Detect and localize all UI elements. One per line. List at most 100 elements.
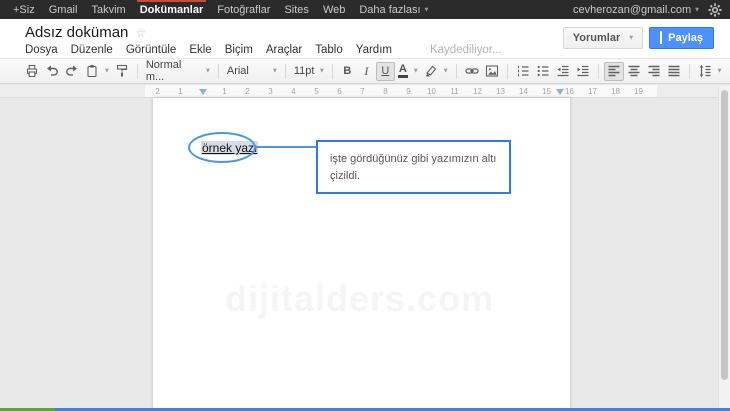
gear-icon[interactable] (708, 3, 722, 17)
paint-format-icon[interactable] (112, 62, 132, 81)
google-bar-nav: +Siz Gmail Takvim Dokümanlar Fotoğraflar… (6, 0, 435, 19)
vertical-scrollbar[interactable] (718, 86, 730, 408)
ruler-number: 3 (259, 87, 282, 96)
ruler-number: 2 (236, 87, 259, 96)
font-size-selector[interactable]: 11pt ▼ (291, 62, 327, 81)
scrollbar-thumb[interactable] (721, 90, 728, 380)
ruler-number: 1 (213, 87, 236, 96)
menu-goruntule[interactable]: Görüntüle (126, 44, 177, 56)
menu-dosya[interactable]: Dosya (25, 44, 58, 56)
menu-bicim[interactable]: Biçim (225, 44, 253, 56)
account-menu[interactable]: cevherozan@gmail.com ▼ (573, 4, 699, 16)
star-icon[interactable]: ☆ (135, 26, 146, 40)
ruler-number: 5 (305, 87, 328, 96)
ruler-number: 12 (466, 87, 489, 96)
font-selector[interactable]: Arial ▼ (224, 62, 280, 81)
document-page[interactable]: örnek yazı işte gördüğünüz gibi yazımızı… (153, 98, 570, 411)
redo-icon[interactable] (62, 62, 82, 81)
right-indent-marker[interactable] (556, 89, 564, 95)
document-area: örnek yazı işte gördüğünüz gibi yazımızı… (0, 98, 730, 411)
toolbar-separator (285, 64, 286, 79)
insert-image-icon[interactable] (482, 62, 502, 81)
header: Adsız doküman ☆ Dosya Düzenle Görüntüle … (0, 19, 730, 58)
ruler-numbers: 12345678910111213141516171819 (213, 87, 650, 96)
paragraph-style-value: Normal m... (146, 59, 202, 83)
comments-button-label: Yorumlar (573, 32, 620, 44)
line-spacing-icon[interactable]: ▼ (695, 62, 725, 81)
ruler-number: 15 (535, 87, 558, 96)
menu-duzenle[interactable]: Düzenle (71, 44, 113, 56)
paragraph-style-selector[interactable]: Normal m... ▼ (143, 62, 213, 81)
share-button[interactable]: Paylaş (649, 27, 714, 49)
comments-button[interactable]: Yorumlar ▼ (563, 27, 643, 49)
topnav-item-web[interactable]: Web (316, 0, 352, 19)
topnav-item-fotograflar[interactable]: Fotoğraflar (210, 0, 277, 19)
toolbar: ▼ Normal m... ▼ Arial ▼ 11pt ▼ B I U A ▼… (0, 58, 730, 84)
chevron-down-icon: ▼ (206, 68, 210, 74)
topnav-item-more[interactable]: Daha fazlası ▼ (352, 0, 435, 19)
font-value: Arial (227, 65, 249, 77)
align-left-icon[interactable] (604, 62, 624, 81)
topnav-item-sites[interactable]: Sites (277, 0, 315, 19)
header-buttons: Yorumlar ▼ Paylaş (563, 27, 714, 49)
title-row: Adsız doküman ☆ (25, 24, 146, 41)
toolbar-separator (456, 64, 457, 79)
text-color-swatch (398, 75, 408, 78)
toolbar-separator (598, 64, 599, 79)
ruler-number: 19 (627, 87, 650, 96)
chevron-down-icon: ▼ (273, 68, 277, 74)
topnav-item-dokumanlar[interactable]: Dokümanlar (133, 0, 211, 19)
menu-yardim[interactable]: Yardım (356, 44, 392, 56)
toolbar-separator (137, 64, 138, 79)
ruler-number: 9 (397, 87, 420, 96)
topnav-item-gmail[interactable]: Gmail (42, 0, 85, 19)
menu-araclar[interactable]: Araçlar (266, 44, 302, 56)
annotation-callout-box: işte gördüğünüz gibi yazımızın altı çizi… (316, 140, 511, 194)
topnav-item-takvim[interactable]: Takvim (84, 0, 132, 19)
topnav-item-siz[interactable]: +Siz (6, 0, 42, 19)
italic-button[interactable]: I (357, 62, 376, 81)
insert-link-icon[interactable] (462, 62, 482, 81)
google-bar: +Siz Gmail Takvim Dokümanlar Fotoğraflar… (0, 0, 730, 19)
text-color-button[interactable]: A ▼ (395, 62, 421, 81)
toolbar-separator (689, 64, 690, 79)
underline-button[interactable]: U (376, 62, 395, 81)
increase-indent-icon[interactable] (573, 62, 593, 81)
font-size-value: 11pt (294, 65, 315, 77)
chevron-down-icon: ▼ (695, 7, 699, 13)
toolbar-separator (507, 64, 508, 79)
toolbar-separator (218, 64, 219, 79)
ruler-number: 10 (420, 87, 443, 96)
decrease-indent-icon[interactable] (553, 62, 573, 81)
chevron-down-icon: ▼ (320, 68, 324, 74)
ruler[interactable]: 21 12345678910111213141516171819 (0, 85, 730, 98)
chevron-down-icon: ▼ (629, 35, 633, 41)
menu-ekle[interactable]: Ekle (189, 44, 211, 56)
account-email: cevherozan@gmail.com (573, 4, 691, 16)
share-button-label: Paylaş (668, 32, 703, 44)
ruler-margin-numbers: 21 (146, 87, 192, 96)
ruler-number: 1 (169, 87, 192, 96)
align-center-icon[interactable] (624, 62, 644, 81)
bulleted-list-icon[interactable] (533, 62, 553, 81)
web-clipboard-icon[interactable]: ▼ (82, 62, 112, 81)
ruler-number: 4 (282, 87, 305, 96)
align-right-icon[interactable] (644, 62, 664, 81)
print-icon[interactable] (22, 62, 42, 81)
ruler-number: 7 (351, 87, 374, 96)
chevron-down-icon: ▼ (105, 68, 109, 74)
menu-tablo[interactable]: Tablo (315, 44, 343, 56)
google-bar-right: cevherozan@gmail.com ▼ (573, 3, 722, 17)
left-indent-marker[interactable] (199, 89, 207, 95)
ruler-number: 11 (443, 87, 466, 96)
highlight-color-button[interactable]: ▼ (421, 62, 451, 81)
document-title[interactable]: Adsız doküman (25, 24, 128, 41)
numbered-list-icon[interactable] (513, 62, 533, 81)
bold-button[interactable]: B (338, 62, 357, 81)
ruler-number: 2 (146, 87, 169, 96)
align-justify-icon[interactable] (664, 62, 684, 81)
chevron-down-icon: ▼ (414, 68, 418, 74)
undo-icon[interactable] (42, 62, 62, 81)
ruler-number: 17 (581, 87, 604, 96)
text-color-label: A (399, 65, 407, 74)
